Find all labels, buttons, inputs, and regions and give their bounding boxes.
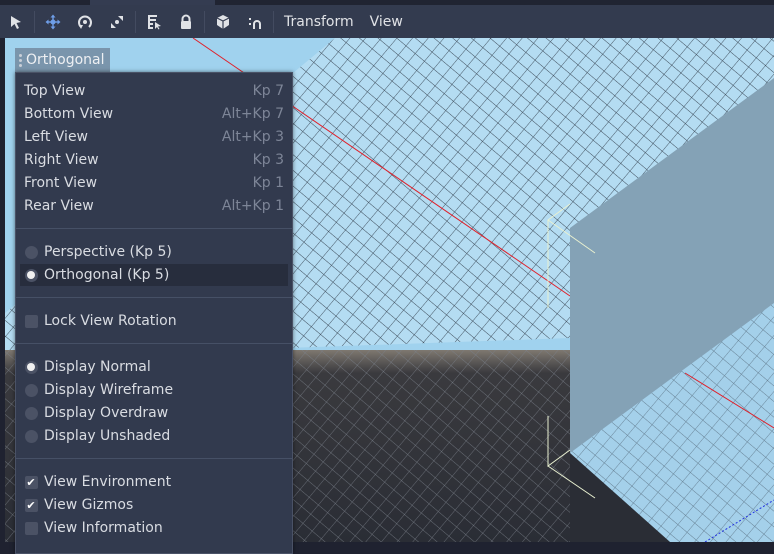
lock-icon: [181, 14, 191, 29]
menu-item-label: Display Normal: [44, 359, 151, 375]
menu-item-shortcut: Alt+Kp 3: [221, 129, 284, 145]
move-arrows-icon: [45, 14, 61, 29]
menu-item-lock-view-rotation[interactable]: Lock View Rotation: [20, 310, 288, 332]
lock-tool-button[interactable]: [170, 5, 202, 38]
menu-item-label: View Information: [44, 520, 163, 536]
menu-item-label: Lock View Rotation: [44, 313, 177, 329]
pointer-arrow-icon: [11, 15, 21, 29]
menu-item-label: View Gizmos: [44, 497, 134, 513]
scale-tool-button[interactable]: [101, 5, 133, 38]
menu-item-label: View Environment: [44, 474, 172, 490]
checkmark-icon: ✔: [24, 498, 38, 512]
menu-separator: [16, 228, 292, 229]
cube-icon: [216, 14, 230, 29]
view-menu[interactable]: View: [362, 5, 411, 38]
menu-item-display-unshaded[interactable]: Display Unshaded: [20, 425, 288, 447]
list-select-icon: [148, 14, 161, 29]
checkbox-indicator: [24, 314, 38, 328]
menu-item-view-gizmos[interactable]: ✔ View Gizmos: [20, 494, 288, 516]
menu-item-display-overdraw[interactable]: Display Overdraw: [20, 402, 288, 424]
menu-item-label: Right View: [24, 152, 99, 168]
view-popup-menu: Top View Kp 7 Bottom View Alt+Kp 7 Left Vi…: [15, 72, 293, 554]
menu-item-shortcut: Kp 7: [252, 83, 284, 99]
menu-item-display-wireframe[interactable]: Display Wireframe: [20, 379, 288, 401]
menu-item-shortcut: Alt+Kp 1: [221, 198, 284, 214]
menu-item-label: Front View: [24, 175, 98, 191]
radio-indicator: [24, 360, 38, 374]
menu-item-label: Orthogonal (Kp 5): [44, 267, 170, 283]
snap-tool-button[interactable]: [239, 5, 271, 38]
menu-item-label: Top View: [24, 83, 86, 99]
drag-handle-icon: [19, 53, 22, 67]
menu-item-front-view[interactable]: Front View Kp 1: [20, 172, 288, 194]
menu-separator: [16, 343, 292, 344]
checkbox-indicator: ✔: [24, 475, 38, 489]
transform-menu[interactable]: Transform: [276, 5, 362, 38]
toolbar-separator: [204, 10, 205, 33]
rotate-tool-button[interactable]: [69, 5, 101, 38]
menu-item-display-normal[interactable]: Display Normal: [20, 356, 288, 378]
menu-item-right-view[interactable]: Right View Kp 3: [20, 149, 288, 171]
menu-item-view-information[interactable]: View Information: [20, 517, 288, 539]
select-tool-button[interactable]: [0, 5, 32, 38]
menu-item-top-view[interactable]: Top View Kp 7: [20, 80, 288, 102]
menu-separator: [16, 458, 292, 459]
menu-item-rear-view[interactable]: Rear View Alt+Kp 1: [20, 195, 288, 217]
menu-item-label: Rear View: [24, 198, 94, 214]
viewport-view-menu-button[interactable]: Orthogonal: [15, 48, 110, 72]
radio-indicator: [24, 429, 38, 443]
menu-separator: [16, 297, 292, 298]
list-select-tool-button[interactable]: [138, 5, 170, 38]
menu-item-orthogonal[interactable]: Orthogonal (Kp 5): [20, 264, 288, 286]
checkbox-indicator: [24, 521, 38, 535]
radio-indicator: [24, 383, 38, 397]
menu-item-left-view[interactable]: Left View Alt+Kp 3: [20, 126, 288, 148]
toolbar-separator: [135, 10, 136, 33]
menu-item-shortcut: Alt+Kp 7: [221, 106, 284, 122]
rotate-icon: [78, 15, 92, 29]
menu-item-view-environment[interactable]: ✔ View Environment: [20, 471, 288, 493]
menu-item-label: Display Overdraw: [44, 405, 169, 421]
menu-item-label: Bottom View: [24, 106, 114, 122]
menu-item-shortcut: Kp 1: [252, 175, 284, 191]
radio-indicator: [24, 268, 38, 282]
view-menu-button-label: Orthogonal: [26, 52, 105, 68]
local-space-tool-button[interactable]: [207, 5, 239, 38]
menu-item-bottom-view[interactable]: Bottom View Alt+Kp 7: [20, 103, 288, 125]
radio-indicator: [24, 406, 38, 420]
menu-item-label: Left View: [24, 129, 89, 145]
menu-item-label: Perspective (Kp 5): [44, 244, 172, 260]
radio-indicator: [24, 245, 38, 259]
toolbar-separator: [273, 10, 274, 33]
move-tool-button[interactable]: [37, 5, 69, 38]
toolbar-separator: [34, 10, 35, 33]
checkmark-icon: ✔: [24, 475, 38, 489]
scale-icon: [111, 15, 123, 28]
snap-magnet-icon: [249, 17, 261, 29]
spatial-editor-toolbar: Transform View: [0, 5, 774, 38]
menu-item-label: Display Wireframe: [44, 382, 174, 398]
menu-item-label: Display Unshaded: [44, 428, 171, 444]
menu-item-shortcut: Kp 3: [252, 152, 284, 168]
menu-item-perspective[interactable]: Perspective (Kp 5): [20, 241, 288, 263]
checkbox-indicator: ✔: [24, 498, 38, 512]
